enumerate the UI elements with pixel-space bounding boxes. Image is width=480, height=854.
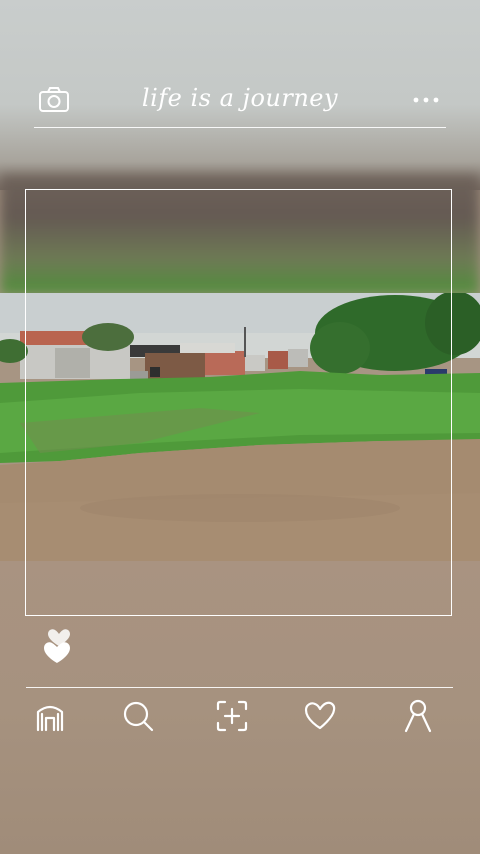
profile-icon[interactable]: [400, 698, 436, 734]
more-dots-icon[interactable]: [412, 90, 440, 110]
add-photo-icon[interactable]: [214, 698, 250, 734]
photo-frame: [25, 189, 452, 616]
heart-outline-icon[interactable]: [302, 698, 338, 734]
heart-icon[interactable]: [40, 626, 78, 666]
bottom-nav: [26, 696, 453, 736]
search-icon[interactable]: [120, 698, 156, 734]
nav-divider: [26, 687, 453, 688]
header-bar: life is a journey: [34, 72, 446, 128]
header-divider: [34, 127, 446, 128]
page-title: life is a journey: [141, 84, 339, 112]
home-icon[interactable]: [32, 698, 68, 734]
camera-icon[interactable]: [38, 86, 70, 114]
